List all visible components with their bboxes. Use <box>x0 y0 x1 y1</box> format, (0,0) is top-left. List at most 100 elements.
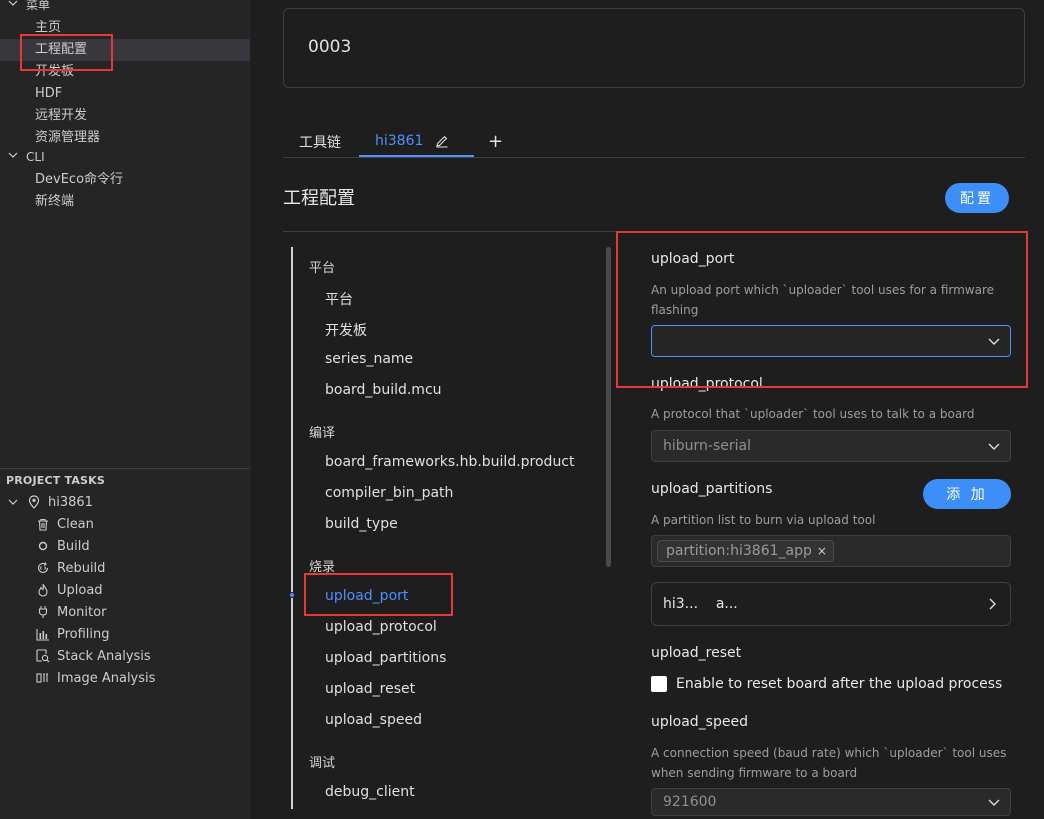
toc-item-board-build-mcu[interactable]: board_build.mcu <box>325 382 442 398</box>
add-tab-button[interactable]: + <box>488 126 503 157</box>
scrollbar-thumb[interactable] <box>606 247 611 567</box>
sidebar-item-deveco-cli[interactable]: DevEco命令行 <box>0 169 250 191</box>
toc-item-build-type[interactable]: build_type <box>325 516 398 532</box>
toc-item-upload-protocol[interactable]: upload_protocol <box>325 619 437 635</box>
toc-item-series-name[interactable]: series_name <box>325 351 413 367</box>
toc-track <box>291 247 293 809</box>
task-label: Monitor <box>57 604 107 620</box>
upload-protocol-select[interactable]: hiburn-serial <box>651 430 1011 462</box>
task-profiling[interactable]: Profiling <box>36 623 110 645</box>
toc-item-board-frameworks[interactable]: board_frameworks.hb.build.product <box>325 454 575 470</box>
add-partition-button[interactable]: 添 加 <box>923 479 1011 509</box>
cli-header-label: CLI <box>26 150 45 164</box>
divider <box>283 231 1025 232</box>
upload-speed-label: upload_speed <box>651 714 748 730</box>
menu-header[interactable]: 菜单 <box>0 0 250 17</box>
sidebar-item-new-terminal[interactable]: 新终端 <box>0 191 250 213</box>
trash-icon <box>36 517 50 531</box>
partition-chip[interactable]: partition:hi3861_app × <box>657 540 834 562</box>
upload-protocol-label: upload_protocol <box>651 376 763 392</box>
toc-active-marker <box>289 592 295 598</box>
project-tasks-title: PROJECT TASKS <box>6 474 106 487</box>
task-label: Profiling <box>57 626 110 642</box>
toc-item-upload-port[interactable]: upload_port <box>325 588 408 604</box>
task-upload[interactable]: Upload <box>36 579 103 601</box>
project-node-label: hi3861 <box>48 494 93 510</box>
sidebar-item-board[interactable]: 开发板 <box>0 61 250 83</box>
bar-chart-icon <box>36 627 50 641</box>
upload-speed-value: 921600 <box>663 794 717 810</box>
close-icon[interactable]: × <box>817 544 827 558</box>
tab-toolchain[interactable]: 工具链 <box>299 126 341 157</box>
partition-chip-label: partition:hi3861_app <box>666 543 812 559</box>
config-button[interactable]: 配置 <box>945 183 1009 213</box>
plug-icon <box>36 605 50 619</box>
upload-port-description: An upload port which `uploader` tool use… <box>651 283 995 317</box>
cli-header[interactable]: CLI <box>0 149 250 169</box>
chevron-down-icon <box>986 438 1002 454</box>
upload-reset-label: upload_reset <box>651 645 742 661</box>
upload-port-select[interactable] <box>651 325 1011 357</box>
project-node[interactable]: hi3861 <box>8 492 93 512</box>
tab-hi3861[interactable]: hi3861 <box>359 126 474 157</box>
toc-group-burn: 烧录 <box>309 560 336 575</box>
divider <box>0 468 250 469</box>
chevron-down-icon <box>8 497 22 507</box>
toc-item-upload-speed[interactable]: upload_speed <box>325 712 422 728</box>
task-label: Upload <box>57 582 103 598</box>
menu-header-label: 菜单 <box>26 0 51 12</box>
binary-icon <box>36 671 50 685</box>
upload-protocol-value: hiburn-serial <box>663 438 751 454</box>
upload-partitions-description: A partition list to burn via upload tool <box>651 513 876 527</box>
tab-label: hi3861 <box>375 132 424 149</box>
toc-item-debug-client[interactable]: debug_client <box>325 784 415 800</box>
upload-reset-checkbox[interactable] <box>651 676 667 692</box>
project-name-value: 0003 <box>308 37 352 57</box>
upload-partitions-label: upload_partitions <box>651 481 773 497</box>
pencil-icon[interactable] <box>435 134 449 148</box>
location-pin-icon <box>28 495 40 509</box>
upload-speed-select[interactable]: 921600 <box>651 788 1011 816</box>
task-build[interactable]: Build <box>36 535 90 557</box>
sidebar-item-home[interactable]: 主页 <box>0 17 250 39</box>
circle-icon <box>36 539 50 553</box>
task-monitor[interactable]: Monitor <box>36 601 106 623</box>
main-panel: 0003 工具链 hi3861 + 工程配置 配置 平台 平台 开发板 seri… <box>251 0 1044 819</box>
task-clean[interactable]: Clean <box>36 513 94 535</box>
upload-reset-option[interactable]: Enable to reset board after the upload p… <box>651 675 1002 693</box>
task-label: Clean <box>57 516 94 532</box>
sidebar-item-resource-manager[interactable]: 资源管理器 <box>0 127 250 149</box>
task-label: Stack Analysis <box>57 648 151 664</box>
task-stack-analysis[interactable]: Stack Analysis <box>36 645 151 667</box>
menu-section: 菜单 主页 工程配置 开发板 HDF 远程开发 资源管理器 CLI DevEco… <box>0 0 250 213</box>
task-image-analysis[interactable]: Image Analysis <box>36 667 155 689</box>
toc-item-compiler-bin-path[interactable]: compiler_bin_path <box>325 485 453 501</box>
partition-row-text: hi3... a... <box>663 596 738 612</box>
chevron-down-icon <box>986 333 1002 349</box>
chevron-right-icon <box>984 596 1000 612</box>
toc-item-platform[interactable]: 平台 <box>325 289 353 309</box>
sidebar-item-remote-dev[interactable]: 远程开发 <box>0 105 250 127</box>
partitions-input[interactable]: partition:hi3861_app × <box>651 535 1011 567</box>
upload-protocol-description: A protocol that `uploader` tool uses to … <box>651 407 975 421</box>
sidebar-item-hdf[interactable]: HDF <box>0 83 250 105</box>
task-rebuild[interactable]: Rebuild <box>36 557 105 579</box>
sidebar: 菜单 主页 工程配置 开发板 HDF 远程开发 资源管理器 CLI DevEco… <box>0 0 250 819</box>
partition-row[interactable]: hi3... a... <box>651 582 1011 626</box>
toc-group-debug: 调试 <box>309 756 336 771</box>
toc-group-platform: 平台 <box>309 261 336 276</box>
project-name-input[interactable]: 0003 <box>283 8 1025 88</box>
toc-item-upload-reset[interactable]: upload_reset <box>325 681 415 697</box>
chevron-down-icon <box>8 0 22 14</box>
toc-item-board[interactable]: 开发板 <box>325 320 367 340</box>
chevron-down-icon <box>986 794 1002 810</box>
upload-port-label: upload_port <box>651 251 735 267</box>
section-title: 工程配置 <box>283 188 355 209</box>
upload-speed-description: A connection speed (baud rate) which `up… <box>651 746 1007 780</box>
task-label: Build <box>57 538 90 554</box>
task-label: Image Analysis <box>57 670 156 686</box>
sidebar-item-project-config[interactable]: 工程配置 <box>0 39 250 61</box>
toc-item-upload-partitions[interactable]: upload_partitions <box>325 650 446 666</box>
magnify-doc-icon <box>36 649 50 663</box>
toc-group-compile: 编译 <box>309 426 336 441</box>
